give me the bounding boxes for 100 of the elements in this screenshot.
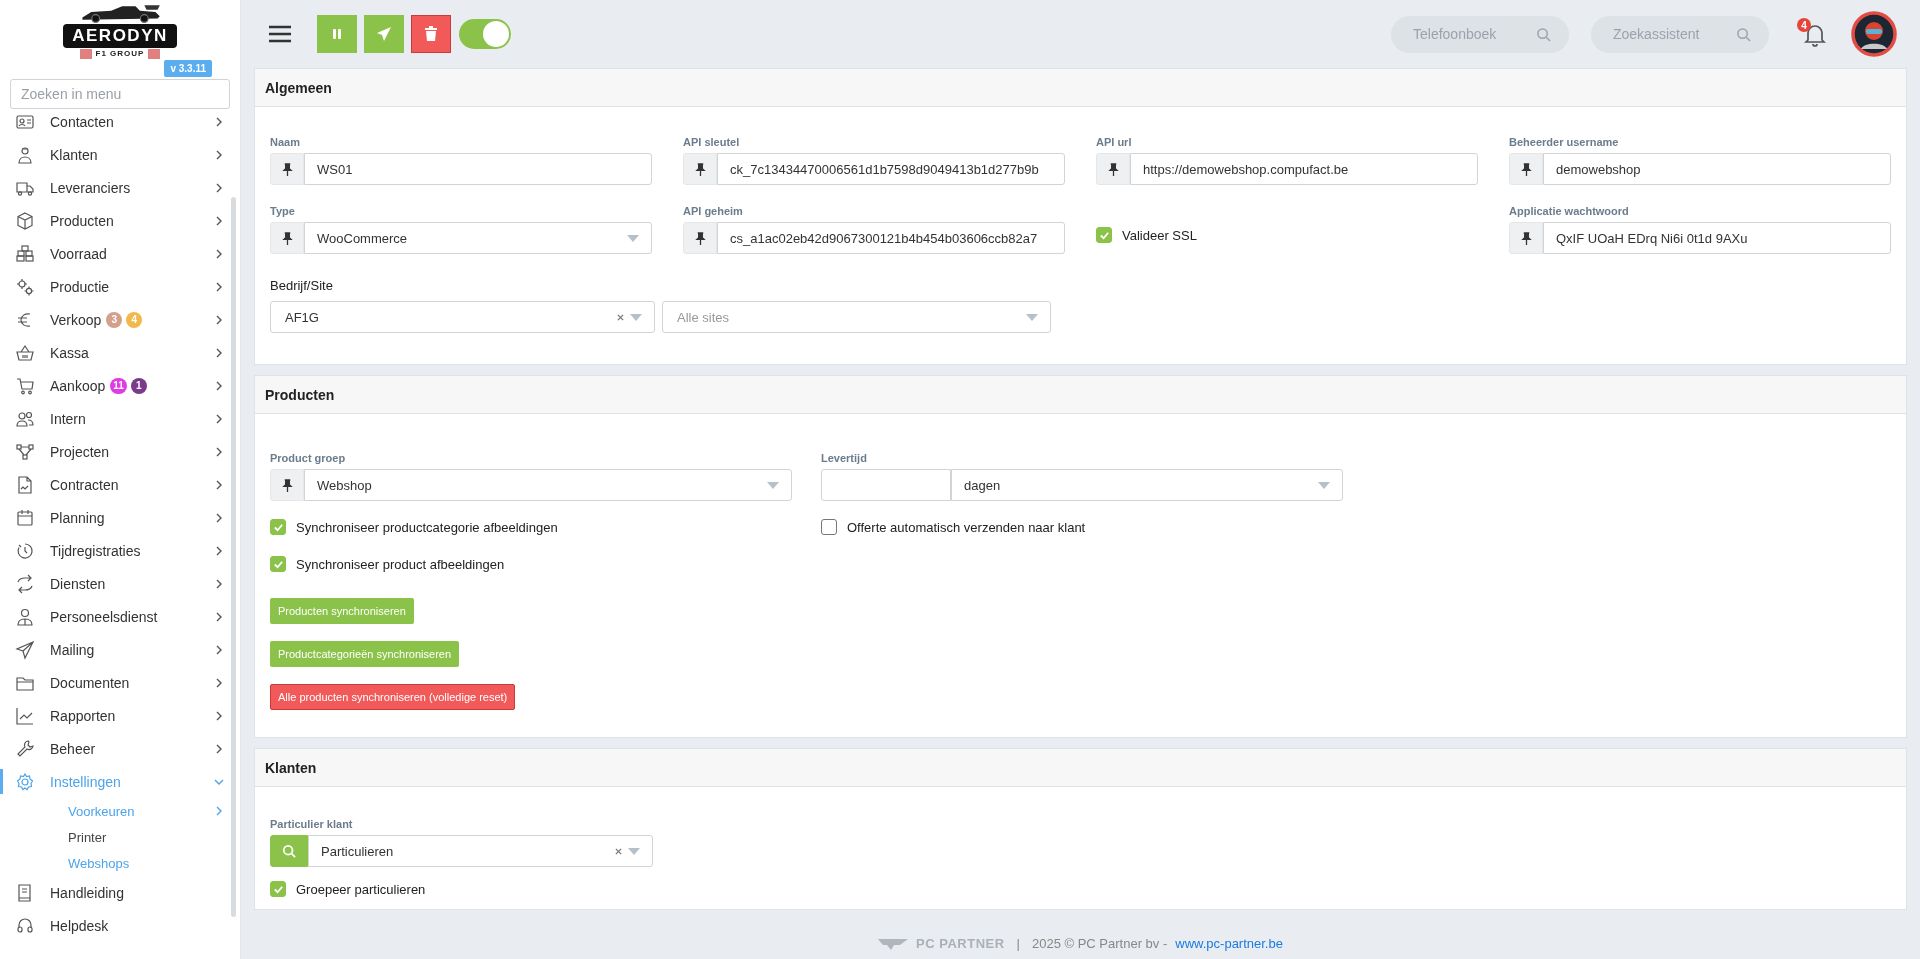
caret-icon (767, 481, 779, 489)
input-field[interactable] (821, 469, 951, 501)
clear-icon[interactable] (617, 313, 624, 321)
search-icon (1536, 26, 1551, 42)
chevron-right-icon (214, 281, 224, 292)
paper-plane-icon (15, 639, 35, 660)
sidebar-item[interactable]: Planning (0, 501, 240, 534)
document-icon (15, 474, 35, 495)
sidebar-item[interactable]: Documenten (0, 666, 240, 699)
website-link[interactable]: www.pc-partner.be (1175, 936, 1283, 951)
sidebar-item[interactable]: Klanten (0, 138, 240, 171)
sidebar-item[interactable]: Verkoop 3 4 (0, 303, 240, 336)
caret-icon (628, 847, 640, 855)
checkbox-label: Synchroniseer product afbeeldingen (296, 556, 505, 572)
pin-button[interactable] (1096, 153, 1130, 185)
wrench-icon (15, 738, 35, 759)
select-field[interactable]: Particulieren (308, 835, 653, 867)
caret-icon (627, 234, 639, 242)
menu-icon[interactable] (269, 25, 291, 43)
input-field[interactable]: https://demowebshop.compufact.be (1130, 153, 1478, 185)
field-label: Naam (270, 136, 301, 148)
select-field[interactable]: dagen (951, 469, 1343, 501)
sidebar-item[interactable]: Rapporten (0, 699, 240, 732)
calendar-icon (15, 507, 35, 528)
sidebar-item[interactable]: Mailing (0, 633, 240, 666)
menu-search-field[interactable]: Zoeken in menu (10, 79, 230, 109)
sidebar-item[interactable]: Tijdregistraties (0, 534, 240, 567)
checkbox[interactable] (270, 881, 286, 897)
pin-button[interactable] (683, 153, 717, 185)
pin-icon (1520, 231, 1532, 245)
version-badge: v 3.3.11 (164, 60, 212, 77)
count-badge: 3 (106, 311, 123, 328)
sidebar-item[interactable]: Productie (0, 270, 240, 303)
search-field[interactable]: Telefoonboek (1391, 15, 1569, 53)
pin-icon (694, 231, 706, 245)
chevron-right-icon (214, 806, 224, 816)
pin-button[interactable] (270, 222, 304, 254)
chevron-right-icon (214, 479, 224, 490)
chevron-right-icon (214, 149, 224, 160)
footer-separator: | (1016, 936, 1020, 951)
sidebar-item[interactable]: Leveranciers (0, 171, 240, 204)
notification-badge: 4 (1797, 18, 1811, 32)
delete-button[interactable] (411, 15, 451, 53)
chevron-right-icon (214, 314, 224, 325)
sidebar-item[interactable]: Helpdesk (0, 909, 240, 942)
boxes-icon (15, 243, 35, 264)
panel-header: Algemeen (255, 69, 1906, 107)
clear-icon[interactable] (615, 847, 622, 855)
checkbox[interactable] (821, 519, 837, 535)
sidebar-item[interactable]: Projecten (0, 435, 240, 468)
pin-button[interactable] (270, 469, 304, 501)
pause-icon (331, 28, 343, 40)
sidebar-item[interactable]: Contracten (0, 468, 240, 501)
sidebar-item[interactable]: Diensten (0, 567, 240, 600)
checkmark-icon (272, 521, 284, 533)
pin-button[interactable] (683, 222, 717, 254)
checkmark-icon (1098, 229, 1110, 241)
sidebar-item[interactable]: Producten (0, 204, 240, 237)
pin-button[interactable] (1509, 222, 1543, 254)
pin-icon (281, 478, 293, 492)
sidebar-item[interactable]: Beheer (0, 732, 240, 765)
chevron-right-icon (214, 182, 224, 193)
checkbox[interactable] (1096, 227, 1112, 243)
sidebar-item[interactable]: Handleiding (0, 876, 240, 909)
pin-button[interactable] (270, 153, 304, 185)
field-label: Applicatie wachtwoord (1509, 205, 1630, 217)
sidebar-item[interactable]: Kassa (0, 336, 240, 369)
pin-icon (281, 162, 293, 176)
sidebar-item[interactable]: Aankoop 11 1 (0, 369, 240, 402)
input-field[interactable]: QxIF UOaH EDrq Ni6i 0t1d 9AXu (1543, 222, 1891, 254)
panel-header: Producten (255, 376, 1906, 414)
line-chart-icon (15, 705, 35, 726)
checkbox[interactable] (270, 556, 286, 572)
cycle-arrows-icon (15, 573, 35, 594)
checkbox-label: Offerte automatisch verzenden naar klant (847, 519, 1086, 535)
sidebar-item[interactable]: Voorraad (0, 237, 240, 270)
chevron-right-icon (214, 248, 224, 259)
chevron-right-icon (214, 446, 224, 457)
input-field[interactable]: ck_7c13434470006561d1b7598d9049413b1d277b9b (717, 153, 1065, 185)
sidebar-item[interactable]: Intern (0, 402, 240, 435)
footer-brand: PC PARTNER (916, 936, 1005, 951)
toggle-switch[interactable] (459, 19, 511, 49)
pin-button[interactable] (1509, 153, 1543, 185)
avatar[interactable] (1851, 11, 1897, 57)
search-field[interactable]: Zoekassistent (1591, 15, 1769, 53)
select-field[interactable]: AF1G (270, 301, 655, 333)
trash-icon (424, 26, 438, 42)
submenu-item[interactable]: Printer (0, 824, 240, 850)
sidebar-item[interactable]: Personeelsdienst (0, 600, 240, 633)
input-field[interactable]: demowebshop (1543, 153, 1891, 185)
select-field[interactable]: Webshop (304, 469, 792, 501)
field-label: Product groep (270, 452, 347, 464)
select-field[interactable]: WooCommerce (304, 222, 652, 254)
gears-icon (15, 276, 35, 297)
copyright-text: 2025 © PC Partner bv - (1031, 936, 1168, 951)
field-label: Bedrijf/Site (270, 278, 334, 293)
checkbox-label: Synchroniseer productcategorie afbeeldingen (296, 519, 558, 535)
input-field[interactable]: cs_a1ac02eb42d9067300121b4b454b03606ccb82a7 (717, 222, 1065, 254)
input-field[interactable]: WS01 (304, 153, 652, 185)
checkbox[interactable] (270, 519, 286, 535)
